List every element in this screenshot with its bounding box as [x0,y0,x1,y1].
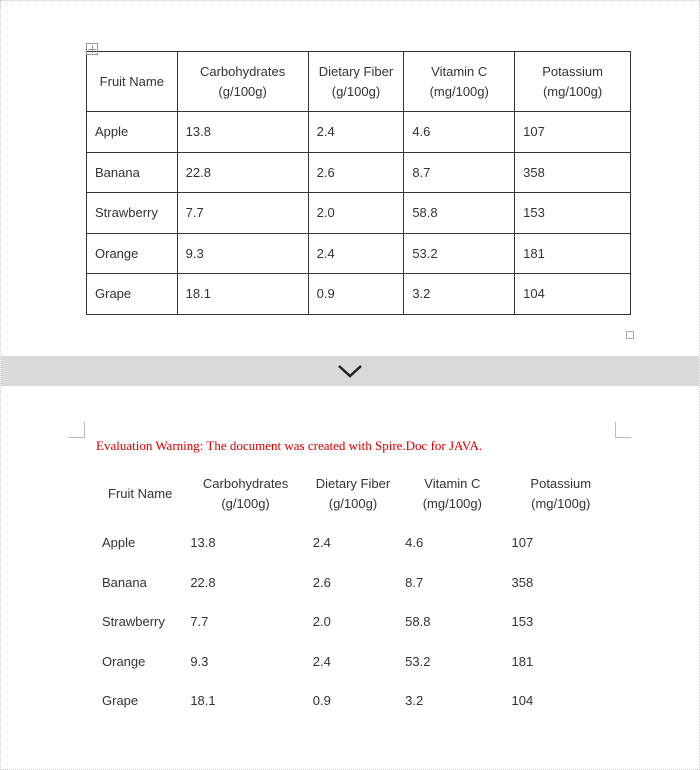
table-row: Grape 18.1 0.9 3.2 104 [87,274,631,315]
table-row: Orange 9.3 2.4 53.2 181 [87,233,631,274]
table-end-marker-icon [626,331,634,339]
cell: 58.8 [399,602,505,642]
col-dietary-fiber: Dietary Fiber (g/100g) [307,464,399,523]
cell: 2.4 [307,523,399,563]
cell: Apple [87,112,178,153]
cell: 0.9 [307,681,399,721]
cell: Orange [96,642,184,682]
page-margin-mark-icon [69,422,85,438]
cell: 2.6 [308,152,404,193]
cell: 3.2 [404,274,515,315]
table-row: Banana 22.8 2.6 8.7 358 [96,563,616,603]
cell: 8.7 [399,563,505,603]
cell: 0.9 [308,274,404,315]
page-before: Fruit Name Carbohydrates (g/100g) Dietar… [1,1,699,356]
table-row: Strawberry 7.7 2.0 58.8 153 [96,602,616,642]
cell: 53.2 [399,642,505,682]
table-row: Apple 13.8 2.4 4.6 107 [96,523,616,563]
cell: 53.2 [404,233,515,274]
col-potassium: Potassium (mg/100g) [506,464,616,523]
evaluation-warning: Evaluation Warning: The document was cre… [96,438,624,454]
cell: 22.8 [184,563,306,603]
cell: 2.4 [308,233,404,274]
cell: 107 [515,112,631,153]
page-margin-mark-icon [615,422,631,438]
cell: 2.4 [308,112,404,153]
cell: 18.1 [184,681,306,721]
cell: 58.8 [404,193,515,234]
col-vitamin-c: Vitamin C (mg/100g) [399,464,505,523]
cell: 181 [506,642,616,682]
table-row: Banana 22.8 2.6 8.7 358 [87,152,631,193]
cell: 107 [506,523,616,563]
table-row: Apple 13.8 2.4 4.6 107 [87,112,631,153]
conversion-divider [1,356,699,386]
table-row: Strawberry 7.7 2.0 58.8 153 [87,193,631,234]
cell: 7.7 [184,602,306,642]
page-after: Evaluation Warning: The document was cre… [1,386,699,741]
nutrition-table-bordered: Fruit Name Carbohydrates (g/100g) Dietar… [86,51,631,315]
cell: 104 [515,274,631,315]
cell: 358 [506,563,616,603]
cell: 153 [515,193,631,234]
table-header-row: Fruit Name Carbohydrates (g/100g) Dietar… [96,464,616,523]
cell: 13.8 [177,112,308,153]
cell: Strawberry [96,602,184,642]
col-dietary-fiber: Dietary Fiber (g/100g) [308,52,404,112]
cell: 2.0 [307,602,399,642]
col-vitamin-c: Vitamin C (mg/100g) [404,52,515,112]
cell: 2.4 [307,642,399,682]
table-header-row: Fruit Name Carbohydrates (g/100g) Dietar… [87,52,631,112]
col-potassium: Potassium (mg/100g) [515,52,631,112]
cell: 9.3 [184,642,306,682]
cell: Banana [87,152,178,193]
cell: Grape [87,274,178,315]
cell: Strawberry [87,193,178,234]
cell: Grape [96,681,184,721]
cell: 104 [506,681,616,721]
chevron-down-icon [336,363,364,379]
col-carbohydrates: Carbohydrates (g/100g) [184,464,306,523]
cell: 22.8 [177,152,308,193]
cell: 18.1 [177,274,308,315]
cell: 8.7 [404,152,515,193]
col-fruit-name: Fruit Name [96,464,184,523]
cell: 358 [515,152,631,193]
cell: 2.6 [307,563,399,603]
cell: 2.0 [308,193,404,234]
cell: 7.7 [177,193,308,234]
cell: 153 [506,602,616,642]
cell: 3.2 [399,681,505,721]
table-row: Grape 18.1 0.9 3.2 104 [96,681,616,721]
cell: 181 [515,233,631,274]
table-row: Orange 9.3 2.4 53.2 181 [96,642,616,682]
cell: Apple [96,523,184,563]
col-fruit-name: Fruit Name [87,52,178,112]
cell: 4.6 [404,112,515,153]
cell: 13.8 [184,523,306,563]
cell: 9.3 [177,233,308,274]
cell: Banana [96,563,184,603]
cell: Orange [87,233,178,274]
cell: 4.6 [399,523,505,563]
table-anchor-icon [86,43,98,55]
col-carbohydrates: Carbohydrates (g/100g) [177,52,308,112]
nutrition-table-plain: Fruit Name Carbohydrates (g/100g) Dietar… [96,464,616,721]
